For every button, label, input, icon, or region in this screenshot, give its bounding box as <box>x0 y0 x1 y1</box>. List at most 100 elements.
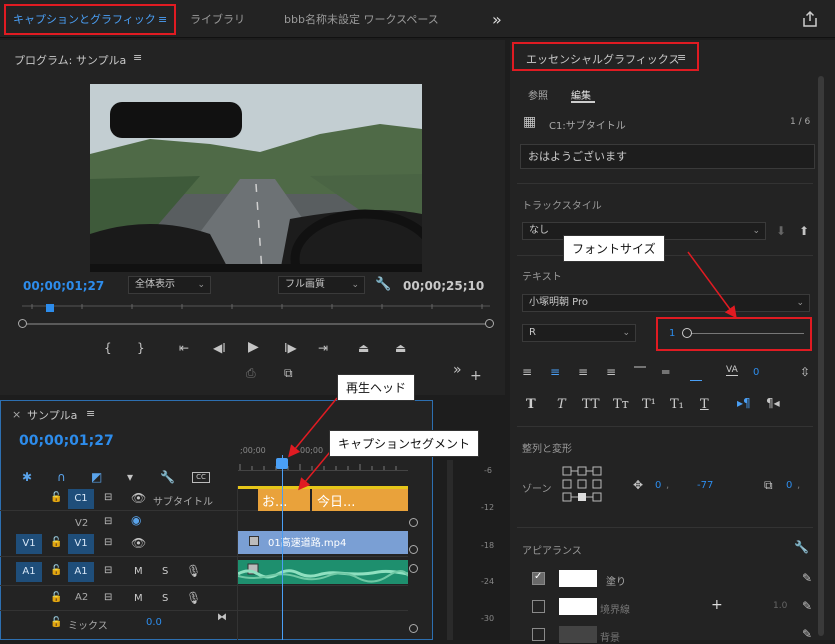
lift-icon[interactable]: ⏏ <box>358 341 369 355</box>
all-caps-icon[interactable]: TT <box>582 397 600 412</box>
step-forward-icon[interactable]: I▶ <box>284 341 297 355</box>
quality-dropdown[interactable]: フル画質 ⌄ <box>278 276 365 294</box>
track-target-a2[interactable]: A2 <box>75 592 88 603</box>
stroke-width-value[interactable]: 1.0 <box>773 601 787 611</box>
sync-lock-icon[interactable]: ⊟ <box>104 516 112 527</box>
track-target-a1[interactable]: A1 <box>68 562 94 582</box>
track-target-v2[interactable]: V2 <box>75 518 88 529</box>
add-stroke-icon[interactable]: + <box>711 597 723 613</box>
timeline-menu-icon[interactable]: ≡ <box>86 407 95 420</box>
add-marker-icon[interactable]: ◩ <box>91 470 102 484</box>
font-size-slider-track[interactable] <box>686 333 804 334</box>
subscript-icon[interactable]: T₁ <box>670 397 684 412</box>
font-dropdown[interactable]: 小塚明朝 Pro ⌄ <box>522 294 810 312</box>
lock-icon[interactable]: 🔓 <box>50 617 62 628</box>
lock-icon[interactable]: 🔓 <box>50 537 62 548</box>
align-center-icon[interactable]: ≡ <box>550 365 560 379</box>
voiceover-mic-icon[interactable]: 🎙 <box>186 564 201 578</box>
eyedropper-icon[interactable]: ✎ <box>802 599 812 613</box>
scale-value[interactable]: 0 <box>786 480 792 491</box>
lock-icon[interactable]: 🔓 <box>50 492 62 503</box>
step-back-icon[interactable]: ◀I <box>213 341 226 355</box>
zoom-bar[interactable] <box>22 323 490 325</box>
go-to-in-icon[interactable]: ⇤ <box>179 341 189 355</box>
mark-in-icon[interactable]: { <box>104 341 112 355</box>
program-video-frame[interactable] <box>90 84 422 272</box>
add-button-icon[interactable]: + <box>470 368 482 384</box>
playhead-handle[interactable] <box>276 458 288 469</box>
audio-tracks-scroll-handle[interactable] <box>409 624 418 633</box>
zoom-dropdown[interactable]: 全体表示 ⌄ <box>128 276 211 294</box>
timeline-timecode[interactable]: 00;00;01;27 <box>19 433 114 449</box>
position-x-value[interactable]: 0 <box>655 480 661 491</box>
align-top-icon[interactable]: ⎺ <box>634 365 646 380</box>
background-checkbox[interactable] <box>532 628 545 641</box>
tracking-value[interactable]: 0 <box>753 367 759 378</box>
video-tracks-scroll-handle[interactable] <box>409 518 418 527</box>
push-style-icon[interactable]: ⬇ <box>776 224 786 238</box>
captions-icon[interactable]: CC <box>192 472 210 483</box>
program-timecode[interactable]: 00;00;01;27 <box>23 279 104 293</box>
leading-icon[interactable]: ⇳ <box>800 365 810 379</box>
linked-selection-icon[interactable]: ∩ <box>57 470 66 484</box>
snap-icon[interactable]: ✱ <box>22 470 32 484</box>
track-target-c1[interactable]: C1 <box>68 489 94 509</box>
faux-bold-icon[interactable]: T <box>526 397 536 412</box>
ltr-direction-icon[interactable]: ▸¶ <box>737 396 751 410</box>
solo-button[interactable]: S <box>162 593 168 604</box>
program-scrubber[interactable] <box>22 302 490 325</box>
eye-icon[interactable]: 👁 <box>131 491 146 505</box>
video-tracks-scroll-handle[interactable] <box>409 545 418 554</box>
timeline-wrench-icon[interactable]: 🔧 <box>160 470 175 484</box>
lock-icon[interactable]: 🔓 <box>50 592 62 603</box>
tab-browse[interactable]: 参照 <box>528 87 548 102</box>
mute-button[interactable]: M <box>134 566 143 577</box>
tab-captions-graphics[interactable]: キャプションとグラフィック <box>13 6 156 34</box>
zoom-bar-left-handle[interactable] <box>18 319 27 328</box>
more-workspaces-icon[interactable]: » <box>492 6 502 34</box>
eye-icon[interactable]: 👁 <box>131 536 146 550</box>
program-menu-icon[interactable]: ≡ <box>133 51 142 64</box>
fill-color-swatch[interactable] <box>559 570 597 587</box>
panel-scrollbar[interactable] <box>818 76 824 636</box>
font-size-value[interactable]: 1 <box>669 328 675 339</box>
sync-lock-icon[interactable]: ⊟ <box>104 592 112 603</box>
audio-clip[interactable] <box>238 560 408 584</box>
export-frame-icon[interactable]: ⎙ <box>246 366 256 381</box>
wrench-icon[interactable]: 🔧 <box>375 277 391 292</box>
align-left-icon[interactable]: ≡ <box>522 365 532 379</box>
lock-icon[interactable]: 🔓 <box>50 565 62 576</box>
source-patch-v1[interactable]: V1 <box>16 534 42 554</box>
tab-workspace[interactable]: bbb名称未設定 ワークスペース <box>284 6 439 34</box>
more-controls-icon[interactable]: » <box>453 362 462 378</box>
caption-segment[interactable]: 今日... <box>312 489 408 511</box>
appearance-wrench-icon[interactable]: 🔧 <box>794 540 809 554</box>
fill-checkbox[interactable]: ✓ <box>532 571 545 585</box>
caption-segment[interactable]: お... <box>258 489 310 511</box>
voiceover-mic-icon[interactable]: 🎙 <box>186 591 201 605</box>
superscript-icon[interactable]: T¹ <box>642 397 656 412</box>
font-style-dropdown[interactable]: R ⌄ <box>522 324 636 342</box>
go-to-out-icon[interactable]: ⇥ <box>318 341 328 355</box>
mark-out-icon[interactable]: } <box>137 341 145 355</box>
timeline-ruler[interactable] <box>238 460 408 470</box>
align-right-icon[interactable]: ≡ <box>578 365 588 379</box>
tab-edit[interactable]: 編集 <box>571 87 591 102</box>
caption-text-field[interactable]: おはようございます <box>520 144 815 169</box>
comparison-view-icon[interactable]: ⧉ <box>284 366 293 381</box>
sync-style-icon[interactable]: ⬆ <box>799 224 809 238</box>
solo-button[interactable]: S <box>162 566 168 577</box>
justify-icon[interactable]: ≡ <box>606 365 616 379</box>
small-caps-icon[interactable]: Tт <box>613 397 629 412</box>
faux-italic-icon[interactable]: T <box>557 397 566 412</box>
extract-icon[interactable]: ⏏ <box>395 341 406 355</box>
font-size-slider-thumb[interactable] <box>682 328 692 338</box>
align-bottom-icon[interactable]: ⎽ <box>690 367 702 382</box>
captions-tab-menu-icon[interactable]: ≡ <box>158 6 167 34</box>
zoom-bar-right-handle[interactable] <box>485 319 494 328</box>
mix-value[interactable]: 0.0 <box>146 617 162 628</box>
eye-hidden-icon[interactable]: ◉ <box>131 513 141 527</box>
eyedropper-icon[interactable]: ✎ <box>802 627 812 641</box>
video-clip[interactable]: 01高速道路.mp4 <box>238 531 408 554</box>
mix-bracket-icon[interactable]: ⧓ <box>217 612 227 623</box>
